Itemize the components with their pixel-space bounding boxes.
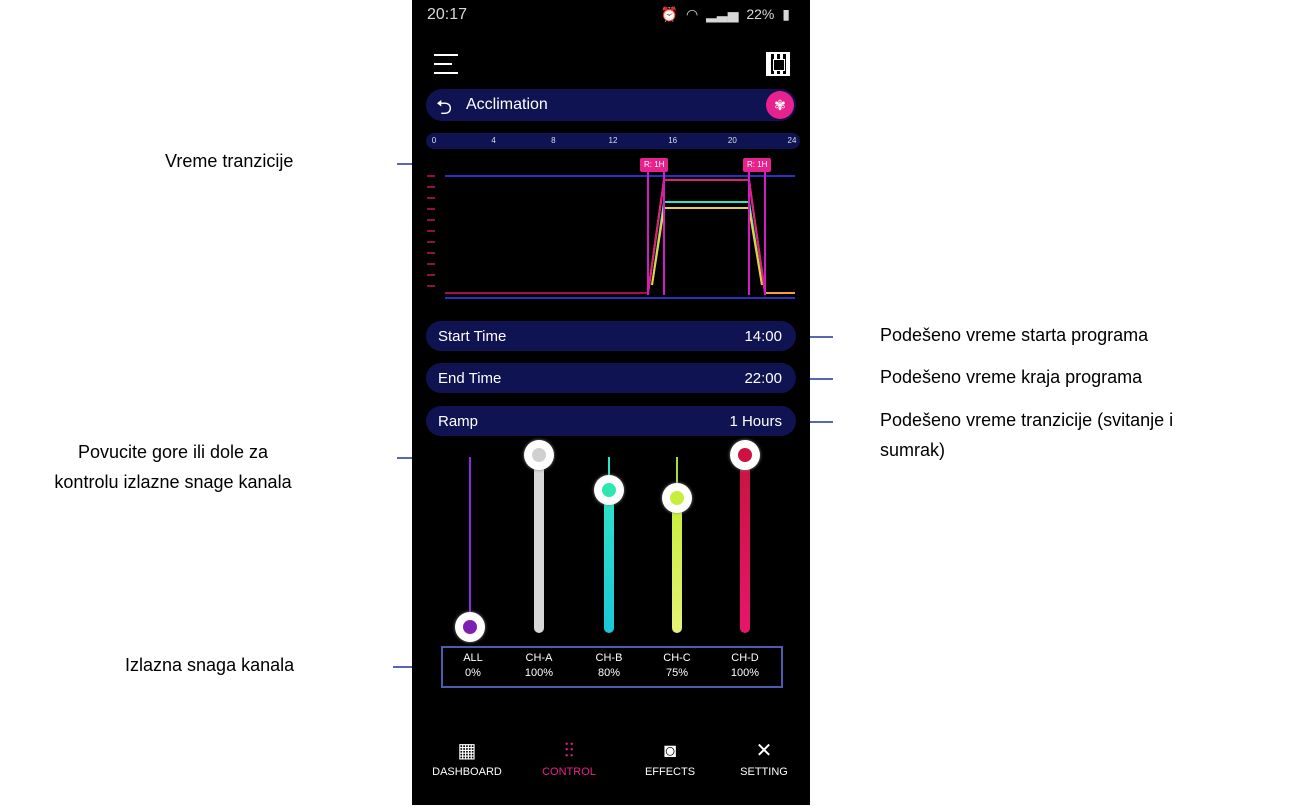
timeline-tick-24: 24 (787, 136, 797, 145)
timeline-axis: 0 4 8 12 16 20 24 (426, 133, 800, 149)
nav-dashboard-label: DASHBOARD (432, 766, 502, 778)
nav-setting[interactable]: ✕ SETTING (719, 736, 809, 778)
nav-setting-label: SETTING (740, 766, 788, 778)
grid-icon: ▦ (457, 740, 477, 762)
end-time-value: 22:00 (744, 370, 782, 387)
timeline-tick-20: 20 (727, 136, 737, 145)
status-bar: 20:17 ⏰ ◠ ▂▃▅ 22% ▮ (412, 0, 810, 30)
sliders-icon: ⫶⫶ (564, 740, 574, 762)
chart-series-ch-c (651, 207, 763, 286)
back-arrow-icon[interactable]: ⮌ (436, 93, 452, 127)
nav-dashboard[interactable]: ▦ DASHBOARD (422, 736, 512, 778)
ramp-label: Ramp (438, 413, 479, 430)
nav-effects[interactable]: ◙ EFFECTS (625, 736, 715, 778)
chart-series-ch-d (647, 179, 766, 294)
bulb-icon: ◙ (663, 740, 677, 762)
chart-series-ch-a (647, 179, 795, 294)
coral-icon[interactable]: ✾ (766, 91, 794, 119)
start-time-row[interactable]: Start Time 14:00 (426, 321, 796, 351)
slider-all-knob[interactable] (455, 612, 485, 642)
annotation-drag-line2: kontrolu izlazne snage kanala (54, 472, 292, 492)
signal-icon: ▂▃▅ (706, 6, 739, 22)
annotation-drag: Povucite gore ili dole za kontrolu izlaz… (8, 437, 338, 497)
timeline-tick-4: 4 (491, 136, 496, 145)
slider-all-track[interactable] (469, 457, 471, 615)
end-time-row[interactable]: End Time 22:00 (426, 363, 796, 393)
annotation-output-power: Izlazna snaga kanala (125, 655, 295, 675)
program-header: ⮌ Acclimation ✾ (426, 89, 796, 121)
annotation-ramp-line2: sumrak) (880, 440, 946, 460)
nav-control[interactable]: ⫶⫶ CONTROL (524, 736, 614, 778)
slider-ch-c-track[interactable] (672, 499, 682, 633)
battery-icon: ▮ (782, 6, 790, 22)
wifi-icon: ◠ (686, 6, 699, 22)
start-time-label: Start Time (438, 328, 507, 345)
annotation-transition-time: Vreme tranzicije (165, 151, 294, 171)
annotation-ramp: Podešeno vreme tranzicije (svitanje i su… (880, 405, 1173, 465)
start-time-value: 14:00 (744, 328, 782, 345)
tools-icon: ✕ (755, 740, 773, 762)
annotation-start-time: Podešeno vreme starta programa (880, 325, 1149, 345)
slider-ch-b-knob[interactable] (594, 475, 624, 505)
battery-text: 22% (746, 6, 775, 22)
annotation-drag-line1: Povucite gore ili dole za (77, 442, 269, 462)
chart-y-ticks (427, 175, 435, 287)
slider-ch-d-track[interactable] (740, 457, 750, 633)
annotation-end-time: Podešeno vreme kraja programa (880, 367, 1143, 387)
end-time-label: End Time (438, 370, 502, 387)
slider-ch-c-knob[interactable] (662, 483, 692, 513)
annotation-ramp-line1: Podešeno vreme tranzicije (svitanje i (880, 410, 1174, 430)
slider-ch-b-track[interactable] (604, 492, 614, 633)
timeline-tick-12: 12 (608, 136, 618, 145)
menu-icon[interactable] (434, 54, 458, 74)
annotation-output-box (441, 646, 783, 688)
timeline-tick-16: 16 (668, 136, 678, 145)
alarm-icon: ⏰ (660, 6, 679, 22)
schedule-chart[interactable] (412, 165, 810, 305)
status-time: 20:17 (427, 6, 468, 23)
slider-ch-a-track[interactable] (534, 457, 544, 633)
chart-series-ch-b (651, 201, 763, 286)
timeline-tick-0: 0 (431, 136, 437, 145)
timeline-tick-8: 8 (551, 136, 556, 145)
qr-code-icon[interactable] (766, 52, 790, 76)
nav-effects-label: EFFECTS (644, 766, 696, 778)
ramp-row[interactable]: Ramp 1 Hours (426, 406, 796, 436)
ramp-value: 1 Hours (729, 413, 782, 430)
nav-control-label: CONTROL (542, 766, 596, 778)
slider-ch-a-knob[interactable] (524, 440, 554, 470)
slider-ch-d-knob[interactable] (730, 440, 760, 470)
program-name: Acclimation (466, 96, 548, 113)
